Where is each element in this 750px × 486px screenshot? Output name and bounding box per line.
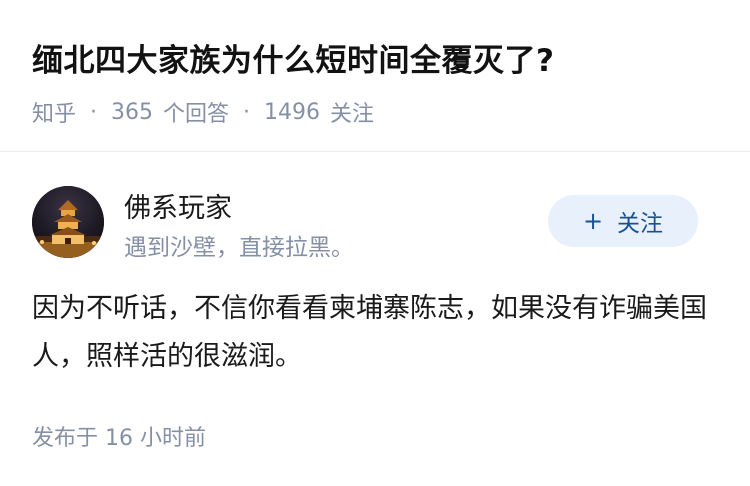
answer-count-label[interactable]: 个回答 xyxy=(163,96,229,128)
avatar-bell-tower-icon xyxy=(32,186,104,258)
question-header: 缅北四大家族为什么短时间全覆灭了? 知乎 · 365 个回答 · 1496 关注 xyxy=(0,0,750,152)
meta-separator: · xyxy=(90,99,98,125)
follow-button-label: 关注 xyxy=(617,211,664,237)
follow-button[interactable]: + 关注 xyxy=(548,195,698,247)
author-name[interactable]: 佛系玩家 xyxy=(124,186,232,225)
avatar[interactable] xyxy=(32,186,104,258)
follow-count: 1496 xyxy=(264,99,321,125)
question-title[interactable]: 缅北四大家族为什么短时间全覆灭了? xyxy=(32,35,554,80)
follow-count-label: 关注 xyxy=(330,102,375,127)
meta-separator: · xyxy=(243,99,251,125)
author-bio: 遇到沙壁，直接拉黑。 xyxy=(124,235,354,261)
answer-count: 365 xyxy=(111,99,154,125)
author-row: 佛系玩家 遇到沙壁，直接拉黑。 + 关注 xyxy=(0,184,750,264)
answer-timestamp: 发布于 16 小时前 xyxy=(32,426,206,451)
source-label[interactable]: 知乎 xyxy=(32,96,76,128)
question-meta: 知乎 · 365 个回答 · 1496 关注 xyxy=(32,96,374,128)
answer-content[interactable]: 因为不听话，不信你看看柬埔寨陈志，如果没有诈骗美国人，照样活的很滋润。 xyxy=(32,285,722,381)
plus-icon: + xyxy=(582,207,604,235)
